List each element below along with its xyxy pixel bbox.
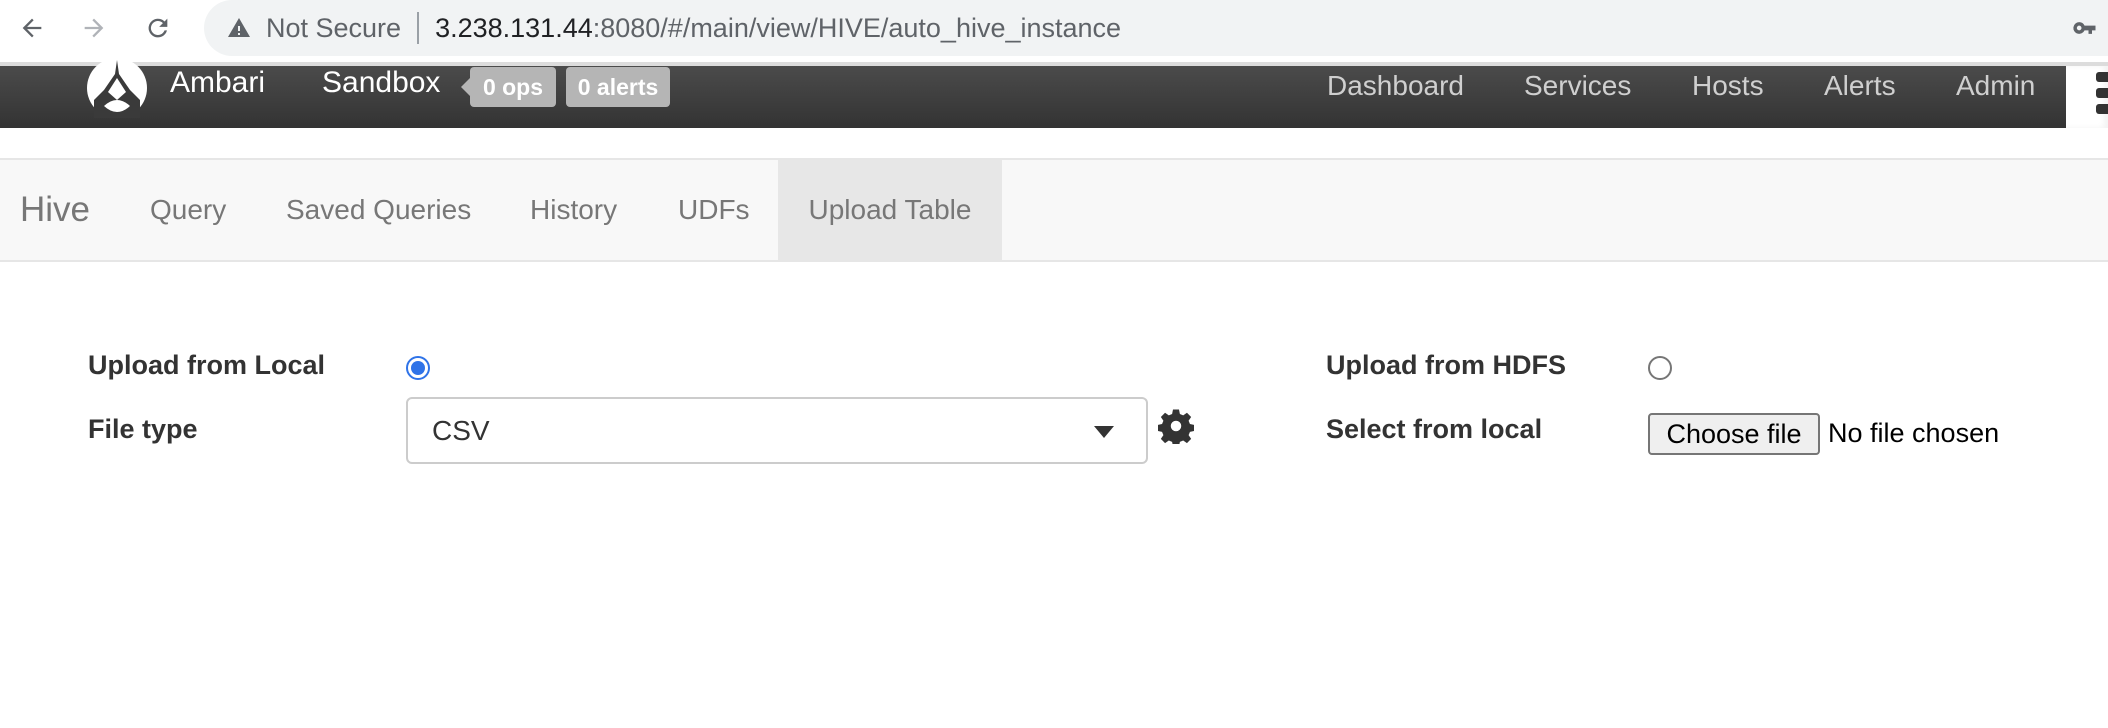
tab-saved-queries[interactable]: Saved Queries [256,160,501,260]
back-button[interactable] [10,8,54,48]
forward-arrow-icon [84,18,104,38]
security-status[interactable]: Not Secure [266,13,401,44]
menu-dot-icon [2096,88,2108,98]
warning-triangle-icon [228,18,250,37]
address-separator [417,12,420,44]
menu-dot-icon [2096,72,2108,82]
nav-alerts[interactable]: Alerts [1824,70,1896,102]
file-type-label: File type [88,414,198,444]
cluster-name[interactable]: Sandbox [322,66,440,100]
menu-dot-icon [2096,104,2108,114]
hive-subnav: Hive Query Saved Queries History UDFs Up… [0,158,2108,262]
tab-query[interactable]: Query [120,160,256,260]
no-file-status: No file chosen [1828,418,2000,448]
nav-hosts[interactable]: Hosts [1692,70,1764,102]
ops-badge[interactable]: 0 ops [461,67,556,107]
nav-services[interactable]: Services [1524,70,1631,102]
tab-upload-table[interactable]: Upload Table [778,160,1002,260]
select-local-label: Select from local [1326,414,1543,444]
file-type-select[interactable]: CSV [406,397,1148,464]
back-arrow-icon [22,18,42,38]
key-icon[interactable] [2070,14,2100,42]
forward-button[interactable] [72,8,116,48]
upload-hdfs-label: Upload from HDFS [1326,350,1566,380]
upload-local-radio[interactable] [406,356,430,380]
nav-dashboard[interactable]: Dashboard [1327,70,1464,102]
reload-button[interactable] [136,8,180,48]
choose-file-button[interactable]: Choose file [1648,413,1820,455]
browser-toolbar: Not Secure 3.238.131.44:8080/#/main/view… [0,0,2108,62]
alerts-badge[interactable]: 0 alerts [566,67,670,107]
upload-local-label: Upload from Local [88,350,326,380]
file-type-value: CSV [432,414,490,446]
more-menu-button[interactable] [2066,66,2108,128]
nav-admin[interactable]: Admin [1956,70,2035,102]
tab-udfs[interactable]: UDFs [648,160,780,260]
hive-title[interactable]: Hive [20,190,90,230]
url-text[interactable]: 3.238.131.44:8080/#/main/view/HIVE/auto_… [435,13,1121,44]
caret-down-icon [1094,426,1114,438]
brand-name[interactable]: Ambari [170,66,265,100]
tab-history[interactable]: History [500,160,647,260]
address-bar[interactable]: Not Secure 3.238.131.44:8080/#/main/view… [204,0,2108,56]
reload-icon [148,18,168,38]
url-path: :8080/#/main/view/HIVE/auto_hive_instanc… [592,12,1122,43]
upload-hdfs-radio[interactable] [1648,356,1672,380]
gear-icon[interactable] [1158,408,1194,444]
url-host: 3.238.131.44 [435,12,593,43]
ambari-logo-icon[interactable] [86,60,148,118]
